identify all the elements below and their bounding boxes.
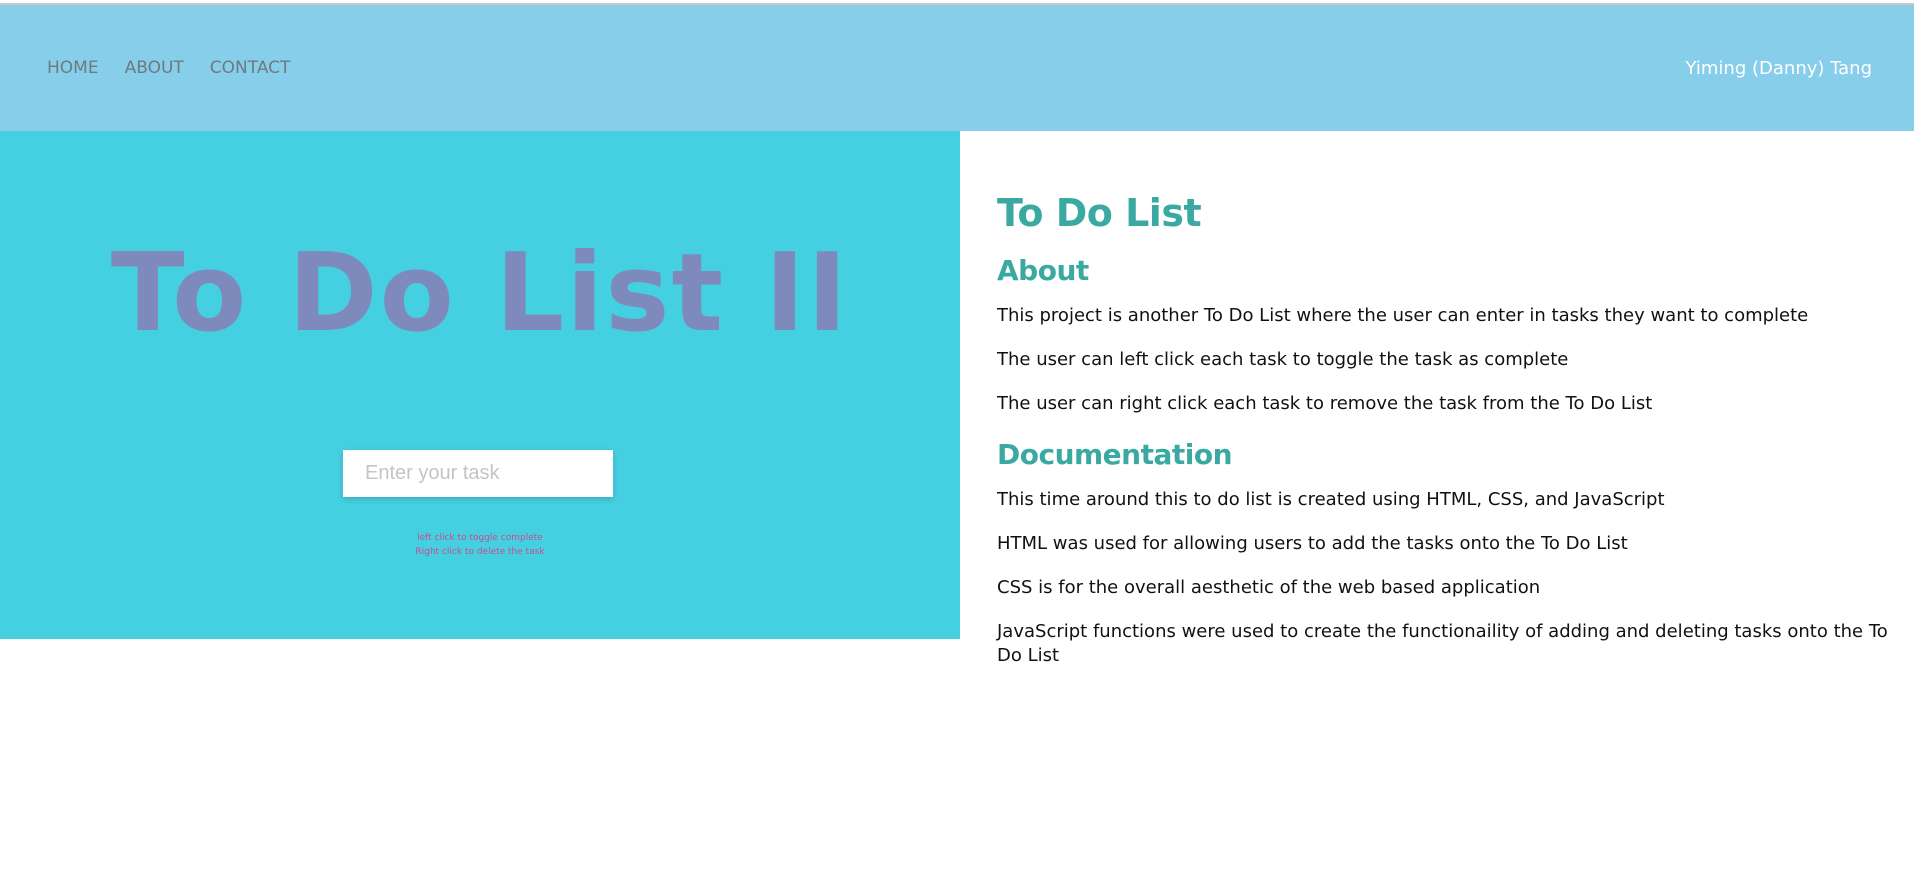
preview-title: To Do List II xyxy=(110,231,850,356)
about-paragraph: This project is another To Do List where… xyxy=(997,305,1809,326)
documentation-paragraph: HTML was used for allowing users to add … xyxy=(997,533,1628,554)
about-heading: About xyxy=(997,254,1089,287)
page-title: To Do List xyxy=(997,191,1202,235)
nav-link-about[interactable]: ABOUT xyxy=(125,58,184,78)
app-preview: To Do List II left click to toggle compl… xyxy=(0,131,960,639)
hint-right-click: Right click to delete the task xyxy=(415,547,545,557)
nav-link-contact[interactable]: CONTACT xyxy=(210,58,291,78)
documentation-paragraph: CSS is for the overall aesthetic of the … xyxy=(997,577,1541,598)
task-input[interactable] xyxy=(343,450,613,497)
nav-link-home[interactable]: HOME xyxy=(47,58,99,78)
about-paragraph: The user can left click each task to tog… xyxy=(997,349,1569,370)
brand-name[interactable]: Yiming (Danny) Tang xyxy=(1686,58,1872,79)
navbar: HOME ABOUT CONTACT Yiming (Danny) Tang xyxy=(0,5,1914,131)
documentation-paragraph: JavaScript functions were used to create… xyxy=(997,621,1888,666)
main-content: To Do List II left click to toggle compl… xyxy=(0,131,1914,688)
nav-links: HOME ABOUT CONTACT xyxy=(47,58,290,78)
hint-left-click: left click to toggle complete xyxy=(417,533,543,543)
documentation-heading: Documentation xyxy=(997,438,1233,471)
about-paragraph: The user can right click each task to re… xyxy=(997,393,1653,414)
documentation-paragraph: This time around this to do list is crea… xyxy=(997,489,1665,510)
project-description: To Do List About This project is another… xyxy=(960,131,1914,688)
